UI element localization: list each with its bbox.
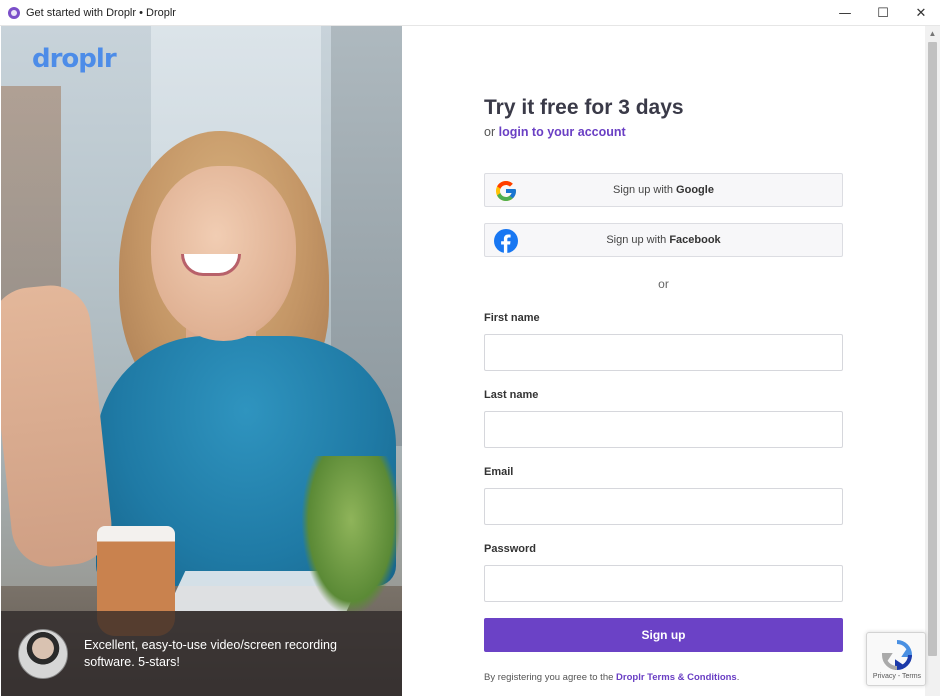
last-name-label: Last name [484, 389, 539, 401]
google-signup-brand: Google [676, 184, 714, 196]
hero-photo-arm [1, 281, 116, 571]
terms-link[interactable]: Droplr Terms & Conditions [616, 672, 737, 683]
or-divider: or [658, 277, 669, 291]
close-button[interactable]: ✕ [902, 0, 940, 26]
email-field[interactable] [484, 488, 843, 525]
recaptcha-terms-link[interactable]: Terms [902, 673, 921, 680]
recaptcha-icon [881, 640, 913, 671]
recaptcha-separator: - [897, 673, 901, 680]
recaptcha-badge[interactable]: Privacy - Terms [866, 632, 926, 686]
avatar [18, 628, 68, 679]
google-signup-prefix: Sign up with [613, 184, 673, 196]
hero-photo [1, 26, 402, 696]
vertical-scrollbar[interactable]: ▲ [925, 26, 940, 696]
testimonial-quote: Excellent, easy-to-use video/screen reco… [84, 637, 337, 669]
first-name-label: First name [484, 312, 540, 324]
google-signup-label: Sign up with Google [485, 184, 842, 196]
login-prompt: or login to your account [484, 125, 626, 139]
first-name-field[interactable] [484, 334, 843, 371]
page-title: Try it free for 3 days [484, 96, 684, 119]
facebook-signup-button[interactable]: Sign up with Facebook [484, 223, 843, 257]
password-field[interactable] [484, 565, 843, 602]
facebook-signup-brand: Facebook [669, 234, 721, 246]
window-titlebar: Get started with Droplr • Droplr — ☐ ✕ [0, 0, 940, 26]
testimonial-bar: Excellent, easy-to-use video/screen reco… [1, 611, 402, 696]
facebook-signup-label: Sign up with Facebook [485, 234, 842, 246]
app-icon [8, 6, 20, 19]
terms-prefix: By registering you agree to the [484, 672, 614, 683]
recaptcha-privacy-link[interactable]: Privacy [873, 673, 896, 680]
email-label: Email [484, 466, 514, 478]
terms-suffix: . [736, 672, 740, 683]
facebook-icon [494, 229, 518, 253]
login-link[interactable]: login to your account [499, 125, 626, 139]
login-prompt-prefix: or [484, 125, 496, 139]
maximize-button[interactable]: ☐ [864, 0, 902, 26]
terms-notice: By registering you agree to the Droplr T… [484, 672, 739, 683]
hero-photo-plant [301, 456, 401, 616]
window-title: Get started with Droplr • Droplr [26, 6, 176, 19]
droplr-logo[interactable]: droplr [32, 44, 117, 74]
password-label: Password [484, 543, 536, 555]
scroll-thumb[interactable] [928, 42, 937, 656]
google-signup-button[interactable]: Sign up with Google [484, 173, 843, 207]
google-icon [496, 181, 516, 201]
scroll-up-arrow-icon[interactable]: ▲ [925, 26, 940, 41]
last-name-field[interactable] [484, 411, 843, 448]
facebook-signup-prefix: Sign up with [606, 234, 667, 246]
minimize-button[interactable]: — [826, 0, 864, 26]
window-controls: — ☐ ✕ [826, 0, 940, 26]
recaptcha-links: Privacy - Terms [867, 673, 927, 680]
sign-up-button[interactable]: Sign up [484, 618, 843, 652]
